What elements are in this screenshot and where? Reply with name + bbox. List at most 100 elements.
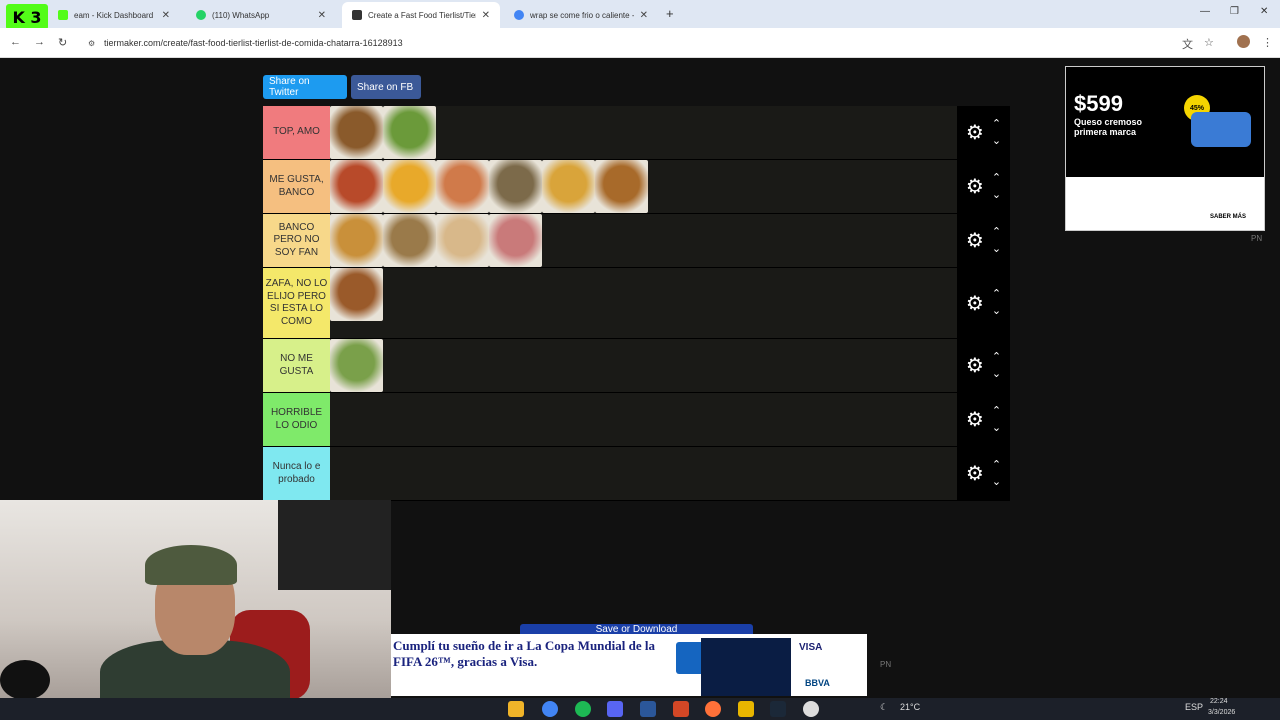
move-up-icon[interactable]: ⌃ (992, 226, 1001, 238)
share-twitter-button[interactable]: Share on Twitter (263, 75, 347, 99)
moon-weather-icon: ☾ (880, 702, 889, 712)
food-item-sandwich[interactable] (383, 214, 436, 267)
move-up-icon[interactable]: ⌃ (992, 405, 1001, 417)
food-item-hot-dog[interactable] (436, 160, 489, 213)
move-down-icon[interactable]: ⌄ (992, 476, 1001, 488)
food-item-nuggets[interactable] (330, 214, 383, 267)
tier-controls: ⚙ ⌃ ⌄ (957, 160, 1010, 213)
translate-icon[interactable]: 文 (1182, 36, 1193, 52)
tier-label[interactable]: NO ME GUSTA (263, 339, 330, 392)
close-icon[interactable]: ✕ (162, 10, 170, 21)
url-field[interactable]: tiermaker.com/create/fast-food-tierlist-… (86, 34, 1176, 52)
tier-label[interactable]: BANCO PERO NO SOY FAN (263, 214, 330, 267)
new-tab-icon[interactable]: + (666, 6, 674, 21)
forward-icon[interactable]: → (34, 36, 45, 48)
tier-row: ME GUSTA, BANCO ⚙ ⌃ ⌄ (263, 160, 1010, 214)
move-up-icon[interactable]: ⌃ (992, 172, 1001, 184)
tier-controls: ⚙ ⌃ ⌄ (957, 106, 1010, 159)
gear-icon[interactable]: ⚙ (966, 228, 984, 253)
tier-label[interactable]: HORRIBLE LO ODIO (263, 393, 330, 446)
food-item-fries-2[interactable] (542, 160, 595, 213)
food-item-wrap[interactable] (330, 339, 383, 392)
gear-icon[interactable]: ⚙ (966, 120, 984, 145)
move-down-icon[interactable]: ⌄ (992, 306, 1001, 317)
tier-label[interactable]: ZAFA, NO LO ELIJO PERO SI ESTA LO COMO (263, 268, 330, 338)
tier-controls: ⚙ ⌃ ⌄ (957, 268, 1010, 338)
food-item-fries[interactable] (383, 160, 436, 213)
language-indicator[interactable]: ESP (1185, 702, 1203, 712)
move-down-icon[interactable]: ⌄ (992, 243, 1001, 255)
ad-banner-bottom[interactable]: Cumplí tu sueño de ir a La Copa Mundial … (391, 634, 867, 696)
world-cup-trophy-image (701, 638, 791, 696)
tier-items[interactable] (330, 393, 957, 446)
minimize-icon[interactable]: — (1200, 6, 1210, 17)
close-icon[interactable]: ✕ (482, 10, 490, 21)
move-down-icon[interactable]: ⌄ (992, 189, 1001, 201)
tab-google-search[interactable]: wrap se come frio o caliente - B ✕ (504, 2, 658, 28)
food-item-pancakes[interactable] (436, 214, 489, 267)
ad-cta-button[interactable]: SABER MÁS (1210, 214, 1246, 220)
folder-icon[interactable] (738, 701, 754, 717)
discord-icon[interactable] (607, 701, 623, 717)
back-icon[interactable]: ← (10, 36, 21, 48)
food-item-tacos[interactable] (383, 106, 436, 159)
close-window-icon[interactable]: ✕ (1260, 6, 1268, 17)
profile-avatar[interactable] (1237, 35, 1250, 48)
bbva-logo: BBVA (805, 678, 830, 688)
word-icon[interactable] (640, 701, 656, 717)
tab-whatsapp[interactable]: (110) WhatsApp ✕ (186, 2, 336, 28)
move-down-icon[interactable]: ⌄ (992, 422, 1001, 434)
move-down-icon[interactable]: ⌄ (992, 135, 1001, 147)
tier-items[interactable] (330, 214, 957, 267)
weather-temp[interactable]: 21°C (900, 702, 920, 712)
file-explorer-icon[interactable] (508, 701, 524, 717)
move-down-icon[interactable]: ⌄ (992, 368, 1001, 380)
tier-items[interactable] (330, 160, 957, 213)
food-item-burger[interactable] (489, 160, 542, 213)
obs-icon[interactable] (803, 701, 819, 717)
tab-kick-dashboard[interactable]: eam - Kick Dashboard ✕ (48, 2, 180, 28)
ad-tag: PN (1251, 234, 1263, 243)
tier-label[interactable]: Nunca lo e probado (263, 447, 330, 500)
ad-banner-right[interactable]: $599 Queso cremoso primera marca 45% SAB… (1065, 66, 1265, 231)
move-up-icon[interactable]: ⌃ (992, 351, 1001, 363)
clock-date[interactable]: 3/3/2026 (1208, 709, 1235, 716)
bookmark-star-icon[interactable]: ☆ (1204, 36, 1214, 49)
food-item-sausages[interactable] (489, 214, 542, 267)
move-up-icon[interactable]: ⌃ (992, 459, 1001, 471)
microphone-image (0, 660, 50, 700)
firefox-icon[interactable] (705, 701, 721, 717)
food-item-fried-chicken[interactable] (330, 268, 383, 321)
powerpoint-icon[interactable] (673, 701, 689, 717)
restore-icon[interactable]: ❐ (1230, 6, 1239, 17)
food-item-pizza[interactable] (330, 160, 383, 213)
tier-items[interactable] (330, 268, 957, 338)
tier-label[interactable]: ME GUSTA, BANCO (263, 160, 330, 213)
chrome-icon[interactable] (542, 701, 558, 717)
tier-items[interactable] (330, 106, 957, 159)
gear-icon[interactable]: ⚙ (966, 353, 984, 378)
reload-icon[interactable]: ↻ (58, 36, 67, 49)
clock-time[interactable]: 22:24 (1210, 698, 1228, 705)
steam-icon[interactable] (770, 701, 786, 717)
food-item-cheeseburger[interactable] (595, 160, 648, 213)
tier-items[interactable] (330, 339, 957, 392)
move-up-icon[interactable]: ⌃ (992, 118, 1001, 130)
gear-icon[interactable]: ⚙ (966, 291, 984, 316)
food-item-hamburger[interactable] (330, 106, 383, 159)
move-up-icon[interactable]: ⌃ (992, 289, 1001, 300)
menu-icon[interactable]: ⋮ (1262, 36, 1273, 49)
close-icon[interactable]: ✕ (640, 10, 648, 21)
gear-icon[interactable]: ⚙ (966, 174, 984, 199)
tab-tiermaker[interactable]: Create a Fast Food Tierlist/Tierli ✕ (342, 2, 500, 28)
spotify-icon[interactable] (575, 701, 591, 717)
tier-items[interactable] (330, 447, 957, 500)
close-icon[interactable]: ✕ (318, 10, 326, 21)
gear-icon[interactable]: ⚙ (966, 461, 984, 486)
tier-row: TOP, AMO ⚙ ⌃ ⌄ (263, 106, 1010, 160)
visa-logo: VISA (799, 642, 823, 653)
share-facebook-button[interactable]: Share on FB (351, 75, 421, 99)
tier-row: HORRIBLE LO ODIO ⚙ ⌃ ⌄ (263, 393, 1010, 447)
tier-label[interactable]: TOP, AMO (263, 106, 330, 159)
gear-icon[interactable]: ⚙ (966, 407, 984, 432)
